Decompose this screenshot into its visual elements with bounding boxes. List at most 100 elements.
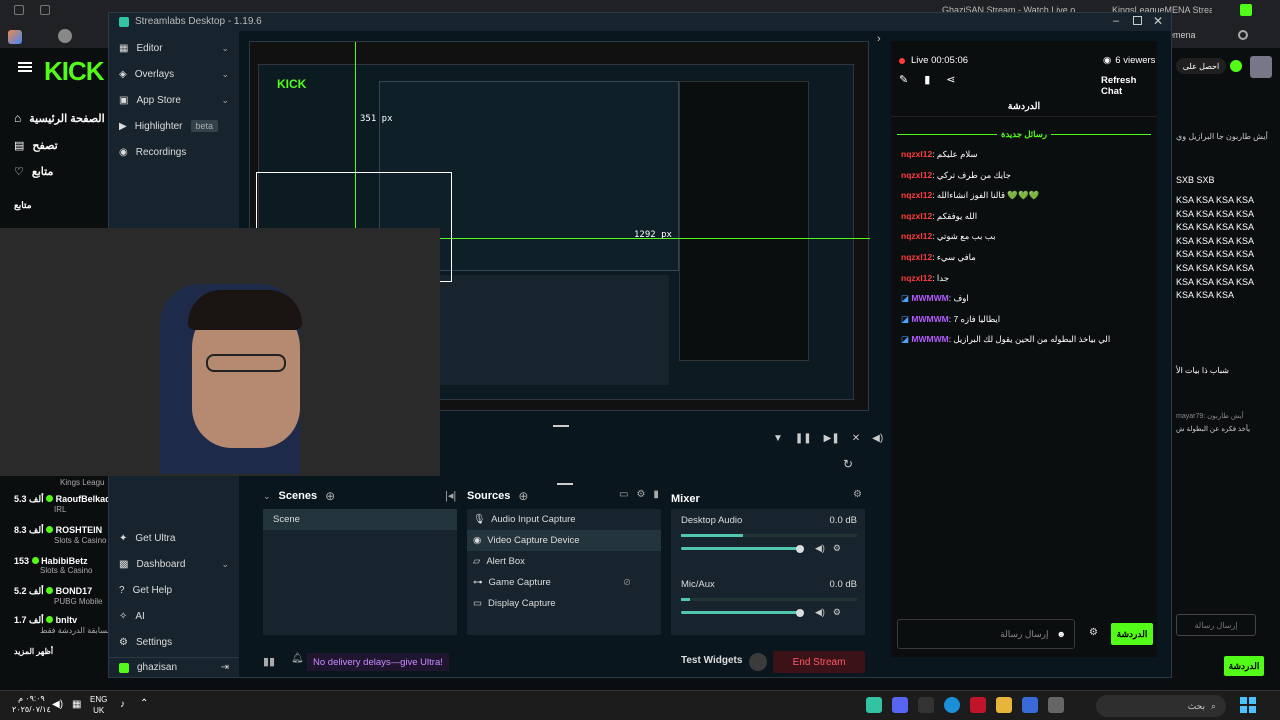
- user-row[interactable]: ghazisan ⇥: [109, 657, 239, 677]
- test-widgets-label[interactable]: Test Widgets: [681, 655, 742, 666]
- gear-icon[interactable]: ⚙: [833, 607, 841, 618]
- taskbar-search[interactable]: بحث ⌕: [1096, 695, 1226, 717]
- profile-label[interactable]: emena: [1168, 30, 1196, 40]
- resize-handle[interactable]: [557, 483, 573, 485]
- source-group-icon[interactable]: ▭: [619, 489, 628, 500]
- copilot-icon[interactable]: [8, 30, 22, 44]
- sidebar-item-get-ultra[interactable]: ✦ Get Ultra: [109, 525, 239, 551]
- sidebar-item-settings[interactable]: ⚙ Settings: [109, 629, 239, 655]
- nav-browse[interactable]: ▤ تصفح: [14, 132, 108, 158]
- edge-icon[interactable]: [944, 697, 960, 713]
- tray-chevron-icon[interactable]: ⌃: [140, 698, 148, 709]
- add-scene-icon[interactable]: ⊕: [325, 489, 335, 503]
- window-icon[interactable]: [14, 5, 24, 15]
- emoji-icon[interactable]: ☻: [1057, 629, 1066, 639]
- discord-icon[interactable]: [892, 697, 908, 713]
- volume-icon[interactable]: ◀): [872, 433, 883, 444]
- show-more-link[interactable]: أظهر المزيد: [14, 647, 108, 656]
- streamer-row[interactable]: ألف 1.7 bnltv المسابقة الدردشة فقط: [14, 615, 117, 647]
- add-source-icon[interactable]: ⊕: [518, 489, 528, 503]
- nav-home[interactable]: ⌂ الصفحة الرئيسية: [14, 104, 108, 132]
- kick-tab-icon[interactable]: [1240, 4, 1252, 16]
- hidden-eye-icon[interactable]: ⊘: [623, 577, 631, 588]
- sidebar-item-overlays[interactable]: ◈ Overlays ⌄: [109, 61, 239, 87]
- source-item-display-capture[interactable]: ▭ Display Capture: [467, 593, 661, 614]
- tab-actions-icon[interactable]: [40, 5, 50, 15]
- volume-slider[interactable]: [681, 608, 807, 617]
- close-icon[interactable]: ✕: [1153, 14, 1163, 28]
- sidebar-item-dashboard[interactable]: ▩ Dashboard ⌄: [109, 551, 239, 577]
- share-icon[interactable]: ⋖: [946, 73, 955, 86]
- profile-icon[interactable]: [58, 29, 72, 43]
- reset-icon[interactable]: ↻: [843, 457, 853, 471]
- chat-settings-icon[interactable]: ⚙: [1089, 627, 1098, 638]
- sidebar-item-editor[interactable]: ▦ Editor ⌄: [109, 35, 239, 61]
- refresh-icon[interactable]: [1238, 30, 1248, 40]
- skip-icon[interactable]: ▶❚: [824, 433, 840, 444]
- sidebar-item-app-store[interactable]: ▣ App Store ⌄: [109, 87, 239, 113]
- notification-bell-icon[interactable]: 🔔︎: [291, 653, 304, 664]
- streamer-row[interactable]: ألف 8.3 ROSHTEIN Slots & Casino: [14, 525, 108, 556]
- get-button[interactable]: احصل على: [1176, 58, 1226, 74]
- streamer-row[interactable]: 153 HabibiBetz Slots & Casino: [14, 556, 108, 586]
- collapse-icon[interactable]: |◂|: [445, 489, 456, 502]
- sidebar-item-ai[interactable]: ✧ AI: [109, 603, 239, 629]
- streamlabs-app-icon[interactable]: [866, 697, 882, 713]
- end-stream-button[interactable]: End Stream: [773, 651, 865, 673]
- speaker-icon[interactable]: ◀): [815, 543, 825, 554]
- streamer-row[interactable]: ألف 5.2 BOND17 PUBG Mobile: [14, 586, 108, 615]
- gear-icon[interactable]: ⚙: [833, 543, 841, 554]
- kick-k-icon[interactable]: [1230, 60, 1242, 72]
- source-item-game-capture[interactable]: ⊶ Game Capture ⊘: [467, 572, 661, 593]
- minimize-icon[interactable]: –: [1113, 15, 1119, 27]
- network-icon[interactable]: ▦: [72, 699, 81, 710]
- scene-item[interactable]: Scene: [263, 509, 457, 530]
- resize-handle[interactable]: [553, 425, 569, 427]
- windows-start-icon[interactable]: [1240, 697, 1256, 713]
- source-item-audio-input[interactable]: 🎙 Audio Input Capture: [467, 509, 661, 530]
- chat-send-button[interactable]: الدردشة: [1111, 623, 1153, 645]
- avatar[interactable]: [1250, 56, 1272, 78]
- chevron-down-icon[interactable]: ⌄: [263, 491, 271, 502]
- sidebar-item-get-help[interactable]: ? Get Help: [109, 577, 239, 603]
- sidebar-item-recordings[interactable]: ◉ Recordings: [109, 139, 239, 165]
- mixer-settings-icon[interactable]: ⚙: [853, 489, 862, 500]
- nav-following[interactable]: ♡ متابع: [14, 158, 108, 184]
- store-icon[interactable]: [1022, 697, 1038, 713]
- source-item-video-capture[interactable]: ◉ Video Capture Device: [467, 530, 661, 551]
- next-app-icon[interactable]: [918, 697, 934, 713]
- pause-icon[interactable]: ❚❚: [795, 433, 812, 444]
- clock[interactable]: ٠٩:٠٩ م ٢٠٢٥/٠٧/١٤: [12, 693, 51, 715]
- file-explorer-icon[interactable]: [996, 697, 1012, 713]
- pencil-icon[interactable]: ✎: [899, 73, 908, 86]
- test-widgets-toggle[interactable]: [749, 653, 767, 671]
- opera-icon[interactable]: [970, 697, 986, 713]
- chevron-right-icon[interactable]: ›: [877, 33, 881, 45]
- folder-icon[interactable]: ▮: [653, 489, 659, 500]
- menu-icon[interactable]: [18, 62, 32, 72]
- volume-slider[interactable]: [681, 544, 807, 553]
- refresh-chat-button[interactable]: Refresh Chat: [1101, 75, 1157, 97]
- sidebar-item-highlighter[interactable]: ▶ Highlighter beta: [109, 113, 239, 139]
- logout-icon[interactable]: ⇥: [221, 662, 229, 673]
- ultra-banner[interactable]: No delivery delays—give Ultra!: [307, 653, 449, 671]
- kick-send-button[interactable]: الدردشة: [1224, 656, 1264, 676]
- volume-icon[interactable]: ◀): [52, 699, 63, 710]
- source-settings-icon[interactable]: ⚙: [636, 489, 645, 500]
- language-indicator[interactable]: ENG UK: [90, 694, 107, 716]
- task-view-icon[interactable]: [1048, 697, 1064, 713]
- mic-icon[interactable]: ♪: [120, 699, 125, 710]
- kick-chat-input[interactable]: إرسال رسالة: [1176, 614, 1256, 636]
- slider-knob[interactable]: [796, 544, 805, 553]
- filter-icon[interactable]: ▼: [773, 433, 783, 444]
- streamer-row[interactable]: ألف 5.3 RaoufBelkac IRL: [14, 494, 110, 525]
- mute-icon[interactable]: ✕: [852, 433, 860, 444]
- stats-icon[interactable]: ▮▮: [263, 655, 275, 668]
- video-icon[interactable]: ▮: [924, 73, 930, 86]
- speaker-icon[interactable]: ◀): [815, 607, 825, 618]
- kick-logo[interactable]: KICK: [44, 56, 105, 87]
- source-item-alert-box[interactable]: ▱ Alert Box: [467, 551, 661, 572]
- slider-knob[interactable]: [796, 608, 805, 617]
- maximize-icon[interactable]: [1133, 16, 1142, 25]
- chat-input[interactable]: إرسال رسالة ☻: [897, 619, 1075, 649]
